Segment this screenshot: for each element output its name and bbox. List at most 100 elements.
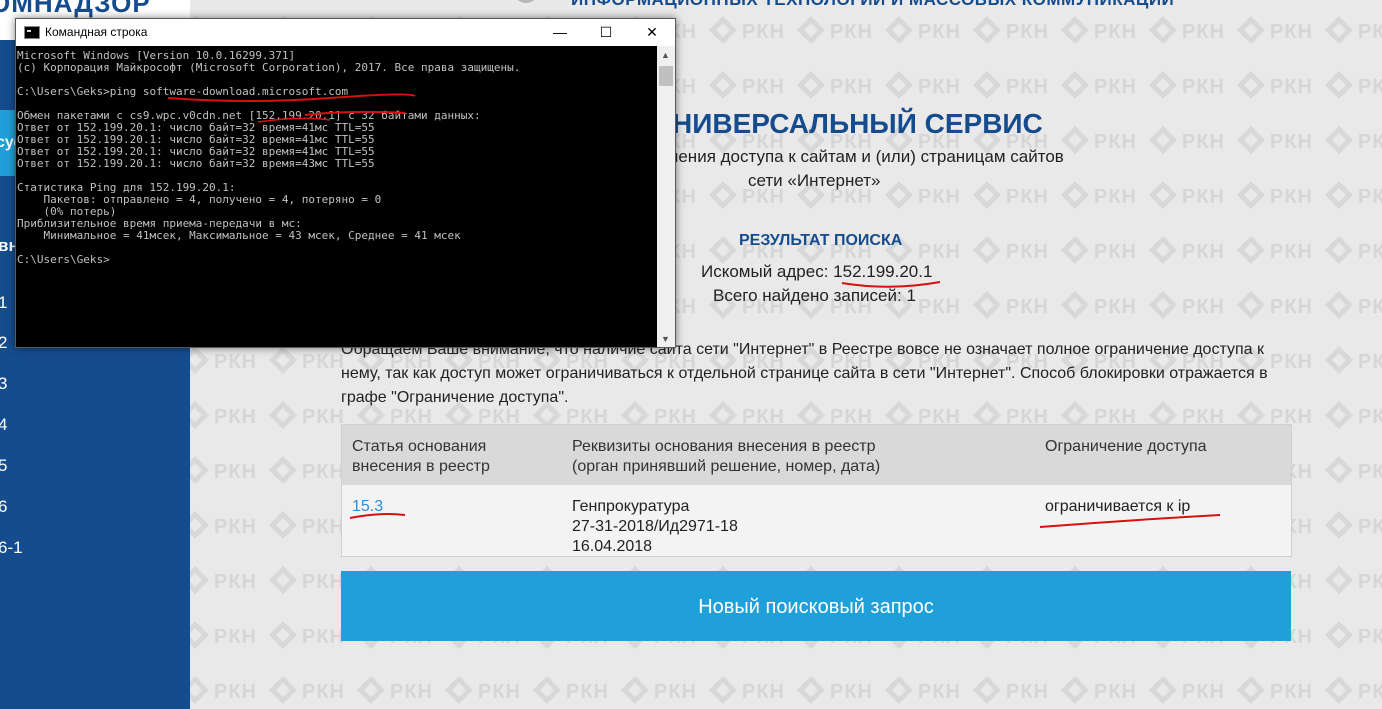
watermark-tile: РКН xyxy=(1148,5,1238,55)
watermark-tile: РКН xyxy=(708,5,798,55)
sidebar-item-1[interactable]: 1 xyxy=(0,293,7,313)
watermark-tile: РКН xyxy=(972,665,1062,709)
watermark-tile: РКН xyxy=(444,665,534,709)
watermark-tile: РКН xyxy=(1148,665,1238,709)
watermark-tile: РКН xyxy=(1236,170,1326,220)
watermark-tile: РКН xyxy=(1060,280,1150,330)
table-row-details-number: 27-31-2018/Ид2971-18 xyxy=(572,518,738,535)
cmd-line: (c) Корпорация Майкрософт (Microsoft Cor… xyxy=(17,61,521,74)
watermark-tile: РКН xyxy=(1324,225,1382,275)
result-count-value: 1 xyxy=(906,286,916,305)
watermark-tile: РКН xyxy=(1060,5,1150,55)
watermark-tile: РКН xyxy=(1060,665,1150,709)
watermark-tile: РКН xyxy=(1324,280,1382,330)
cmd-app-icon xyxy=(24,26,40,39)
cmd-scrollbar[interactable]: ▲ ▼ xyxy=(657,46,675,347)
watermark-tile: РКН xyxy=(268,665,358,709)
watermark-tile: РКН xyxy=(190,665,270,709)
cmd-titlebar[interactable]: Командная строка — ☐ ✕ xyxy=(16,19,675,46)
cmd-line: Минимальное = 41мсек, Максимальное = 43 … xyxy=(17,229,461,242)
watermark-tile: РКН xyxy=(884,5,974,55)
table-header-article: Статья основания внесения в реестр xyxy=(352,437,490,477)
watermark-tile: РКН xyxy=(972,5,1062,55)
watermark-tile: РКН xyxy=(1060,115,1150,165)
watermark-tile: РКН xyxy=(1148,170,1238,220)
watermark-tile: РКН xyxy=(972,225,1062,275)
cmd-window[interactable]: Командная строка — ☐ ✕ Microsoft Windows… xyxy=(15,18,676,348)
sidebar-item-4[interactable]: 4 xyxy=(0,415,7,435)
logo-text: ОМНАДЗОР xyxy=(0,0,151,18)
watermark-tile: РКН xyxy=(1148,280,1238,330)
notice-text: Обращаем Ваше внимание, что наличие сайт… xyxy=(341,341,1268,406)
watermark-tile: РКН xyxy=(1324,445,1382,495)
watermark-tile: РКН xyxy=(1236,60,1326,110)
cmd-console[interactable]: Microsoft Windows [Version 10.0.16299.37… xyxy=(16,46,657,346)
table-header-details-line2: (орган принявший решение, номер, дата) xyxy=(572,458,881,475)
cmd-line: Ответ от 152.199.20.1: число байт=32 вре… xyxy=(17,157,375,170)
table-row-details-date: 16.04.2018 xyxy=(572,538,653,555)
watermark-tile: РКН xyxy=(1148,225,1238,275)
new-search-button[interactable]: Новый поисковый запрос xyxy=(341,571,1291,641)
sidebar-item-6-1[interactable]: 6-1 xyxy=(0,538,23,558)
watermark-tile: РКН xyxy=(796,60,886,110)
table-header-restriction-line1: Ограничение доступа xyxy=(1045,438,1207,455)
watermark-tile: РКН xyxy=(1324,500,1382,550)
watermark-tile: РКН xyxy=(1324,5,1382,55)
watermark-tile: РКН xyxy=(1148,115,1238,165)
table-header-article-line1: Статья основания xyxy=(352,438,487,455)
sidebar-item-6[interactable]: 6 xyxy=(0,497,7,517)
watermark-tile: РКН xyxy=(1324,170,1382,220)
watermark-tile: РКН xyxy=(1324,390,1382,440)
table-row-details: Генпрокуратура 27-31-2018/Ид2971-18 16.0… xyxy=(572,497,738,557)
table-header-details: Реквизиты основания внесения в реестр (о… xyxy=(572,437,880,477)
cmd-title: Командная строка xyxy=(45,25,148,39)
close-button[interactable]: ✕ xyxy=(629,19,675,46)
watermark-tile: РКН xyxy=(796,665,886,709)
watermark-tile: РКН xyxy=(708,60,798,110)
header-title: ИНФОРМАЦИОННЫХ ТЕХНОЛОГИЙ И МАССОВЫХ КОМ… xyxy=(571,0,1174,10)
service-title: НИВЕРСАЛЬНЫЙ СЕРВИС xyxy=(672,108,1043,139)
table-row-restriction: ограничивается к ip xyxy=(1045,498,1191,515)
scroll-up-icon[interactable]: ▲ xyxy=(661,50,670,60)
watermark-tile: РКН xyxy=(884,665,974,709)
watermark-tile: РКН xyxy=(1324,335,1382,385)
scroll-thumb[interactable] xyxy=(659,66,673,86)
table-header-details-line1: Реквизиты основания внесения в реестр xyxy=(572,438,876,455)
watermark-tile: РКН xyxy=(1060,225,1150,275)
table-row-article-link[interactable]: 15.3 xyxy=(352,497,383,517)
table-header-article-line2: внесения в реестр xyxy=(352,458,490,475)
minimize-button[interactable]: — xyxy=(537,19,583,46)
result-count: Всего найдено записей: 1 xyxy=(713,286,916,306)
watermark-tile: РКН xyxy=(1324,555,1382,605)
watermark-tile: РКН xyxy=(796,5,886,55)
result-address-value: 152.199.20.1 xyxy=(833,262,933,281)
watermark-tile: РКН xyxy=(1060,170,1150,220)
watermark-tile: РКН xyxy=(1324,665,1382,709)
watermark-tile: РКН xyxy=(190,445,270,495)
watermark-tile: РКН xyxy=(1060,60,1150,110)
watermark-tile: РКН xyxy=(1236,225,1326,275)
result-title: РЕЗУЛЬТАТ ПОИСКА xyxy=(739,232,903,249)
watermark-tile: РКН xyxy=(190,500,270,550)
watermark-tile: РКН xyxy=(190,610,270,660)
watermark-tile: РКН xyxy=(708,665,798,709)
result-count-label: Всего найдено записей: xyxy=(713,286,907,305)
result-address-label: Искомый адрес: xyxy=(701,262,834,281)
watermark-tile: РКН xyxy=(1148,60,1238,110)
watermark-tile: РКН xyxy=(972,170,1062,220)
scroll-down-icon[interactable]: ▼ xyxy=(661,334,670,344)
service-subtitle-2: сети «Интернет» xyxy=(748,171,881,190)
maximize-button[interactable]: ☐ xyxy=(583,19,629,46)
watermark-tile: РКН xyxy=(1324,610,1382,660)
watermark-tile: РКН xyxy=(1236,115,1326,165)
emblem-icon xyxy=(517,0,535,3)
sidebar-item-3[interactable]: 3 xyxy=(0,374,7,394)
sidebar-item-2[interactable]: 2 xyxy=(0,333,7,353)
watermark-tile: РКН xyxy=(1324,115,1382,165)
table-row-details-authority: Генпрокуратура xyxy=(572,498,690,515)
table-header: Статья основания внесения в реестр Рекви… xyxy=(342,425,1291,485)
watermark-tile: РКН xyxy=(884,60,974,110)
watermark-tile: РКН xyxy=(620,665,710,709)
watermark-tile: РКН xyxy=(1236,665,1326,709)
sidebar-item-5[interactable]: 5 xyxy=(0,456,7,476)
